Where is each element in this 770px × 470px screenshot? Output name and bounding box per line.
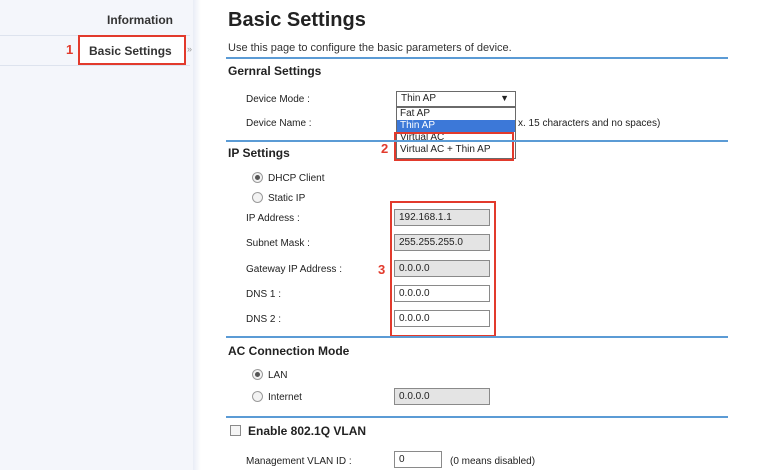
section-divider bbox=[226, 416, 728, 418]
ip-settings-title: IP Settings bbox=[228, 146, 290, 160]
sidebar-edge bbox=[193, 0, 201, 470]
highlight-box-3 bbox=[390, 201, 496, 337]
ip-address-label: IP Address : bbox=[246, 213, 300, 224]
dns2-label: DNS 2 : bbox=[246, 314, 282, 325]
sidebar: Information Basic Settings » bbox=[0, 0, 201, 470]
chevron-right-icon: » bbox=[187, 44, 193, 54]
mgmt-vlan-label: Management VLAN ID : bbox=[246, 456, 352, 467]
internet-radio[interactable] bbox=[252, 391, 263, 402]
highlight-box-2 bbox=[394, 132, 514, 161]
vlan-title: Enable 802.1Q VLAN bbox=[248, 424, 367, 438]
mgmt-vlan-field[interactable] bbox=[394, 451, 442, 468]
device-name-label: Device Name : bbox=[246, 118, 312, 129]
static-ip-label: Static IP bbox=[268, 193, 306, 204]
device-mode-select[interactable]: Thin AP ▼ bbox=[396, 91, 516, 107]
dhcp-radio[interactable] bbox=[252, 172, 263, 183]
dhcp-label: DHCP Client bbox=[268, 173, 325, 184]
device-mode-value: Thin AP bbox=[401, 93, 437, 104]
gateway-label: Gateway IP Address : bbox=[246, 264, 342, 275]
internet-field[interactable] bbox=[394, 388, 490, 405]
page-title: Basic Settings bbox=[228, 9, 366, 31]
section-divider bbox=[226, 140, 728, 142]
ac-connection-title: AC Connection Mode bbox=[228, 344, 350, 358]
callout-1: 1 bbox=[66, 42, 74, 57]
device-mode-label: Device Mode : bbox=[246, 94, 310, 105]
page-description: Use this page to configure the basic par… bbox=[228, 42, 512, 54]
option-thin-ap[interactable]: Thin AP bbox=[397, 120, 515, 132]
sidebar-item-information[interactable]: Information bbox=[107, 13, 173, 27]
mgmt-vlan-hint: (0 means disabled) bbox=[450, 456, 536, 467]
caret-down-icon: ▼ bbox=[500, 93, 509, 103]
dns1-label: DNS 1 : bbox=[246, 289, 282, 300]
section-divider bbox=[226, 336, 728, 338]
lan-radio[interactable] bbox=[252, 369, 263, 380]
device-name-hint: x. 15 characters and no spaces) bbox=[518, 118, 661, 129]
main-content: Basic Settings Use this page to configur… bbox=[218, 0, 770, 470]
sidebar-divider bbox=[0, 65, 190, 66]
section-divider bbox=[226, 57, 728, 59]
subnet-mask-label: Subnet Mask : bbox=[246, 238, 310, 249]
option-fat-ap[interactable]: Fat AP bbox=[397, 108, 515, 120]
internet-label: Internet bbox=[268, 392, 302, 403]
lan-label: LAN bbox=[268, 370, 288, 381]
static-ip-radio[interactable] bbox=[252, 192, 263, 203]
sidebar-item-basic-settings[interactable]: Basic Settings bbox=[78, 35, 186, 65]
vlan-checkbox[interactable] bbox=[230, 425, 241, 436]
general-settings-title: Gernral Settings bbox=[228, 64, 322, 78]
